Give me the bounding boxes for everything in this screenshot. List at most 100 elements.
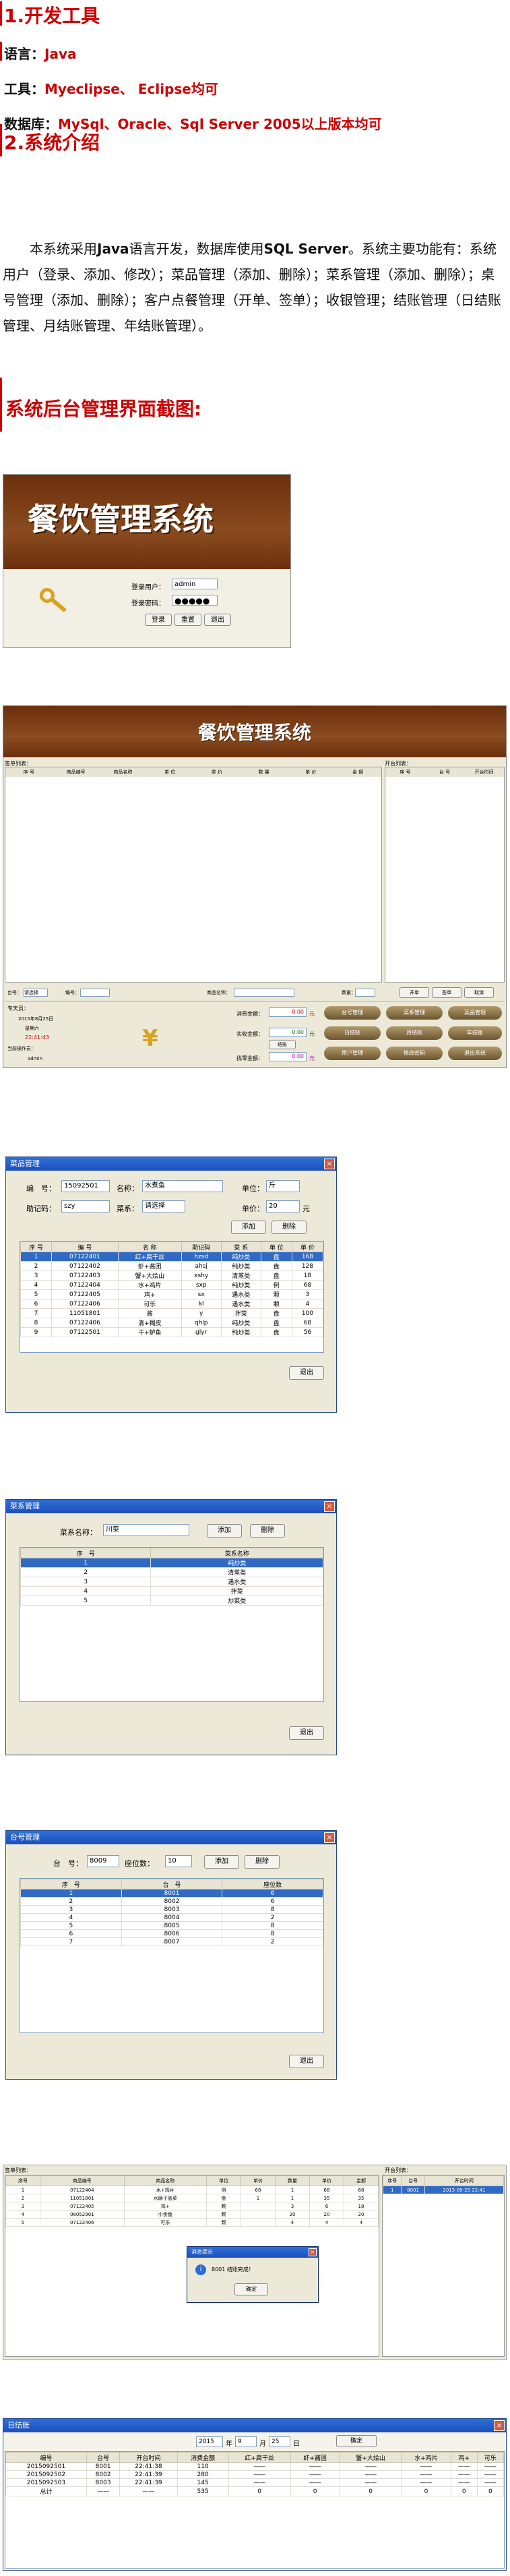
action-table-button[interactable]: 台号管理 xyxy=(324,1006,381,1020)
close-icon[interactable]: × xyxy=(324,1159,335,1169)
checkout-button[interactable]: 结账 xyxy=(269,1040,296,1049)
table-row[interactable]: 6 8006 8 xyxy=(20,1929,323,1938)
cancel-button[interactable]: 取消 xyxy=(464,987,494,998)
table-row[interactable]: 5 07122406 可乐颗 4 4 4 xyxy=(5,2218,379,2227)
menu-delete-button[interactable]: 删除 xyxy=(272,1221,307,1234)
table-delete-button[interactable]: 删除 xyxy=(245,1855,280,1869)
table-row[interactable]: 8 07122406 清+糊皮 qhlp 纯炒类盘 68 xyxy=(20,1318,323,1328)
table-row[interactable]: 4 拌菜 xyxy=(20,1586,323,1596)
column-header[interactable]: 开台时间 xyxy=(424,2175,504,2186)
column-header[interactable]: 金额 xyxy=(343,2175,379,2186)
daily-table[interactable]: 编号 台号 开台时间 消费金额 红+腐干丝 虾+酱团 蟹+大烩山 水+鸡片 鸡+ 可乐 201509… xyxy=(5,2451,505,2569)
action-yearly-button[interactable]: 年结账 xyxy=(448,1026,502,1040)
column-header[interactable]: 序 号 xyxy=(20,1879,122,1890)
table-row[interactable]: 3 8003 8 xyxy=(20,1905,323,1914)
qty-input[interactable] xyxy=(355,989,375,997)
order-list[interactable]: 序 号商品编号 商品名称单 位单 价数 量单 价金 额 xyxy=(5,767,382,983)
table-row[interactable]: 1 8001 6 xyxy=(20,1889,323,1898)
column-header[interactable]: 菜 系 xyxy=(220,1241,261,1252)
column-header[interactable]: 序 号 xyxy=(20,1241,53,1252)
login-user-input[interactable]: admin xyxy=(172,579,218,589)
close-icon[interactable]: × xyxy=(324,1832,335,1843)
open-list2[interactable]: 序号 台号 开台时间 1 8001 2015-09-25 22:41 xyxy=(382,2175,505,2357)
month-select[interactable]: 9 xyxy=(235,2436,257,2447)
action-password-button[interactable]: 修改密码 xyxy=(386,1047,443,1060)
menu-exit-button[interactable]: 退出 xyxy=(289,1366,324,1380)
column-header[interactable]: 名 称 xyxy=(117,1241,182,1252)
menu-no-input[interactable]: 15092501 xyxy=(61,1180,110,1192)
column-header[interactable]: 台号 xyxy=(86,2452,121,2463)
menu-type-select[interactable]: 请选择 xyxy=(142,1200,185,1212)
login-button[interactable]: 登录 xyxy=(145,614,172,626)
column-header[interactable]: 序号 xyxy=(383,2175,402,2186)
table-row[interactable]: 3 07122405 鸡+ 颗 3 6 18 xyxy=(5,2202,379,2211)
column-header[interactable]: 台号 xyxy=(401,2175,425,2186)
column-header[interactable]: 商品编号 xyxy=(40,2175,125,2186)
daily-ok-button[interactable]: 确定 xyxy=(336,2435,377,2447)
column-header[interactable]: 单价 xyxy=(240,2175,276,2186)
menu-name-input[interactable]: 水煮鱼 xyxy=(142,1180,223,1192)
table-row[interactable]: 7 11051801 酱 y 拌菜盘 100 xyxy=(20,1308,323,1318)
column-header[interactable]: 菜系名称 xyxy=(150,1548,323,1558)
cuisine-name-input[interactable]: 川菜 xyxy=(103,1524,189,1536)
column-header[interactable]: 蟹+大烩山 xyxy=(339,2452,402,2463)
table-row[interactable]: 1 07122401 红+腐干丝 hzsd 纯炒类盘 168 xyxy=(20,1252,323,1262)
table-row[interactable]: 6 07122406 可乐 kl 遇水类颗 4 xyxy=(20,1299,323,1309)
cuisine-add-button[interactable]: 添加 xyxy=(207,1524,242,1538)
action-daily-button[interactable]: 日结账 xyxy=(324,1026,381,1040)
action-cuisine-button[interactable]: 菜系管理 xyxy=(386,1006,443,1020)
dialog-ok-button[interactable]: 确定 xyxy=(234,2283,268,2295)
table-row[interactable]: 5 8005 8 xyxy=(20,1921,323,1930)
table-row[interactable]: 2 07122402 虾+酱团 ahsj 纯炒类盘 128 xyxy=(20,1261,323,1271)
cuisine-table[interactable]: 序 号菜系名称 1 纯炒类 2 清蒸类 3 遇水类 4 拌菜 5 炒菜类 xyxy=(20,1547,324,1702)
table-seat-input[interactable]: 10 xyxy=(165,1855,192,1867)
action-monthly-button[interactable]: 月结账 xyxy=(386,1026,443,1040)
sign-bill-button[interactable]: 签单 xyxy=(432,987,461,998)
menu-price-input[interactable]: 20 xyxy=(266,1200,300,1212)
table-row[interactable]: 2 8002 6 xyxy=(20,1897,323,1906)
column-header[interactable]: 单位 xyxy=(205,2175,241,2186)
day-select[interactable]: 25 xyxy=(269,2436,290,2447)
close-icon[interactable]: × xyxy=(494,2420,505,2431)
table-add-button[interactable]: 添加 xyxy=(204,1855,239,1869)
column-header[interactable]: 座位数 xyxy=(222,1879,323,1890)
menu-table[interactable]: 序 号编 号名 称助记码菜 系单 位单 价 1 07122401 红+腐干丝 hzsd 纯… xyxy=(20,1241,324,1353)
menu-unit-input[interactable]: 斤 xyxy=(266,1180,300,1192)
table-row[interactable]: 1 纯炒类 xyxy=(20,1558,323,1568)
table-row[interactable]: 7 8007 2 xyxy=(20,1937,323,1946)
menu-add-button[interactable]: 添加 xyxy=(231,1221,266,1234)
menu-code-input[interactable]: szy xyxy=(61,1200,110,1212)
column-header[interactable]: 可乐 xyxy=(476,2452,504,2463)
table-select[interactable]: 请选择 xyxy=(24,989,48,997)
column-header[interactable]: 消费金额 xyxy=(177,2452,229,2463)
column-header[interactable]: 编 号 xyxy=(51,1241,119,1252)
column-header[interactable]: 编号 xyxy=(5,2452,87,2463)
table-row[interactable]: 5 07122405 鸡+ sx 遇水类颗 3 xyxy=(20,1289,323,1299)
table-list[interactable]: 序 号台 号座位数 1 8001 6 2 8002 6 3 8003 8 4 8004 2 5 8005 8 6… xyxy=(20,1878,324,2033)
table-row[interactable]: 4 8004 2 xyxy=(20,1913,323,1922)
code-input[interactable] xyxy=(80,989,110,997)
exit-button[interactable]: 退出 xyxy=(204,614,231,626)
column-header[interactable]: 虾+酱团 xyxy=(290,2452,340,2463)
table-no-input[interactable]: 8009 xyxy=(87,1855,119,1867)
table-row[interactable]: 2015092502 8002 22:41:39 280 —— —— —— —— —— —— xyxy=(5,2470,504,2479)
close-icon[interactable]: × xyxy=(309,2248,317,2256)
column-header[interactable]: 助记码 xyxy=(181,1241,222,1252)
column-header[interactable]: 序 号 xyxy=(20,1548,152,1558)
column-header[interactable]: 台 号 xyxy=(121,1879,223,1890)
table-row[interactable]: 2015092501 8001 22:41:38 110 —— —— —— —— —— —— xyxy=(5,2462,504,2471)
column-header[interactable]: 商品名称 xyxy=(123,2175,207,2186)
table-row[interactable]: 1 07122404 水+鸡片例 68 1 68 68 xyxy=(5,2186,379,2194)
close-icon[interactable]: × xyxy=(324,1501,335,1512)
column-header[interactable]: 红+腐干丝 xyxy=(228,2452,291,2463)
year-select[interactable]: 2015 xyxy=(196,2436,223,2447)
table-row[interactable]: 5 炒菜类 xyxy=(20,1596,323,1606)
reset-button[interactable]: 重置 xyxy=(174,614,201,626)
table-row[interactable]: 4 08052901 小食鱼颗 20 20 20 xyxy=(5,2210,379,2219)
table-row[interactable]: 2015092503 8003 22:41:39 145 —— —— —— —— —— —— xyxy=(5,2478,504,2487)
column-header[interactable]: 单 位 xyxy=(260,1241,292,1252)
login-password-input[interactable]: ●●●●● xyxy=(172,595,218,606)
table-row[interactable]: 总计 —— —— 535 0 0 0 0 0 0 xyxy=(5,2486,504,2496)
column-header[interactable]: 开台时间 xyxy=(119,2452,178,2463)
action-exit-button[interactable]: 退出系统 xyxy=(448,1047,502,1060)
